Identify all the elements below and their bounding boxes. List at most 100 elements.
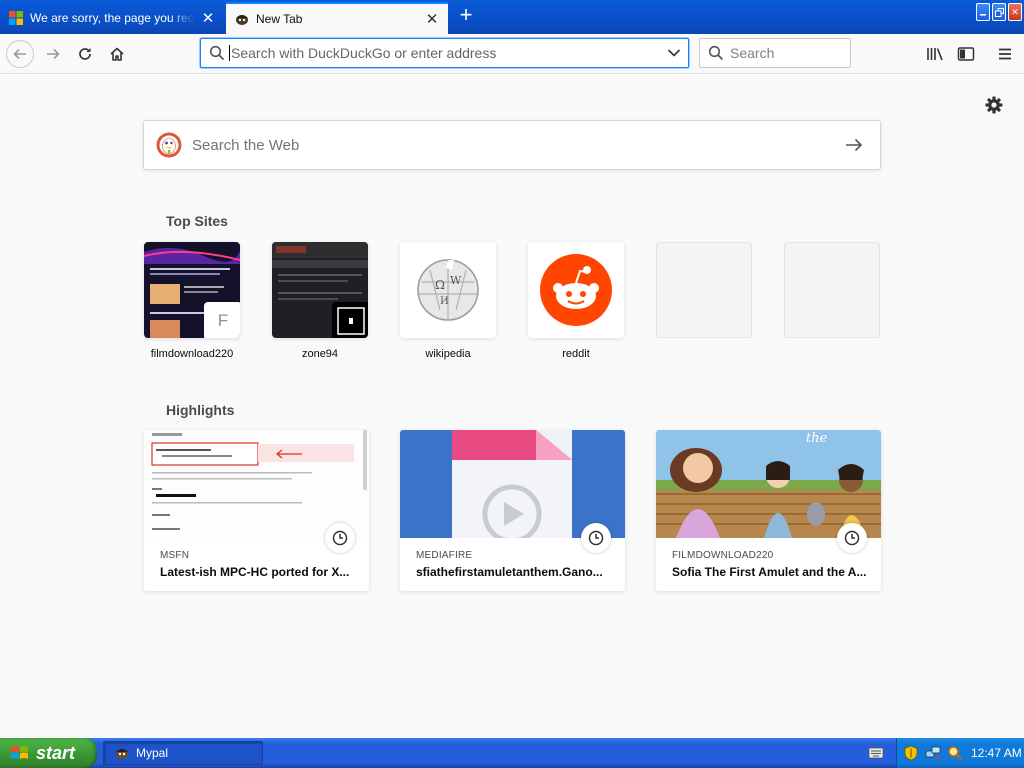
reddit-icon (528, 242, 624, 338)
search-bar[interactable] (699, 38, 851, 68)
highlight-title: Sofia The First Amulet and the A... (672, 565, 867, 579)
highlight-title: sfiathefirstamuletanthem.Gano... (416, 565, 603, 579)
highlight-card[interactable]: the FILMDOWNLOAD220 Sofia The First Amul… (656, 430, 881, 591)
search-icon (209, 45, 225, 61)
top-sites-heading: Top Sites (166, 213, 228, 229)
home-button[interactable] (103, 40, 131, 68)
svg-text:W: W (450, 274, 462, 287)
sidebar-button[interactable] (952, 40, 980, 68)
duckduckgo-icon (156, 132, 182, 158)
windows-flag-icon (11, 746, 28, 759)
restore-icon (994, 7, 1004, 17)
new-tab-button[interactable]: + (456, 4, 476, 26)
close-icon[interactable]: ✕ (424, 11, 440, 28)
highlights-heading: Highlights (166, 402, 235, 418)
navigation-toolbar (0, 34, 1024, 74)
search-input[interactable] (730, 45, 850, 61)
tab-page-not-found[interactable]: We are sorry, the page you requested can… (0, 2, 224, 34)
top-site-thumbnail[interactable]: F (144, 242, 240, 338)
highlight-source: MSFN (160, 550, 190, 561)
site-label: wikipedia (425, 348, 471, 360)
site-label: filmdownload220 (150, 348, 234, 360)
keyboard-icon[interactable] (868, 746, 884, 760)
top-site-placeholder[interactable] (656, 242, 752, 338)
search-icon[interactable] (947, 745, 963, 761)
reload-icon (79, 48, 91, 60)
windows-flag-icon (9, 11, 23, 25)
clock-icon (837, 523, 867, 553)
back-button[interactable] (6, 40, 34, 68)
top-site-thumbnail[interactable]: Ω W И (400, 242, 496, 338)
site-label: reddit (562, 348, 590, 360)
url-bar[interactable] (200, 38, 689, 68)
reload-button[interactable] (71, 40, 99, 68)
gear-icon (985, 96, 1003, 114)
wikipedia-icon: Ω W И (400, 242, 496, 338)
site-badge: F (204, 302, 240, 338)
new-tab-page: Top Sites F filmdownload220 (0, 75, 1024, 738)
web-search-box[interactable] (143, 120, 881, 170)
tab-strip: We are sorry, the page you requested can… (0, 0, 1024, 34)
network-icon[interactable] (925, 745, 941, 761)
minimize-button[interactable] (976, 3, 990, 21)
top-site-filmdownload220[interactable]: F filmdownload220 (144, 242, 240, 360)
url-dropdown-button[interactable] (660, 48, 688, 58)
tab-title: We are sorry, the page you requested can… (30, 11, 194, 25)
top-site-thumbnail[interactable] (528, 242, 624, 338)
start-label: start (36, 742, 76, 763)
home-icon (110, 47, 124, 61)
highlight-thumbnail: the (656, 430, 881, 538)
close-icon: ✕ (1011, 6, 1019, 17)
top-site-wikipedia[interactable]: Ω W И wikipedia (400, 242, 496, 360)
restore-button[interactable] (992, 3, 1006, 21)
site-label: zone94 (301, 348, 339, 360)
top-site-zone94[interactable]: zone94 (272, 242, 368, 360)
highlight-card[interactable]: MEDIAFIRE sfiathefirstamuletanthem.Gano.… (400, 430, 625, 591)
highlight-thumbnail (144, 430, 369, 538)
svg-text:the: the (806, 431, 828, 446)
forward-icon (47, 48, 60, 60)
library-button[interactable] (921, 40, 949, 68)
system-tray: 12:47 AM (896, 738, 1024, 768)
clock-icon (581, 523, 611, 553)
taskbar-item-mypal[interactable]: Mypal (103, 741, 263, 765)
highlight-title: Latest-ish MPC-HC ported for X... (160, 565, 350, 579)
clock-time: 12:47 AM (971, 746, 1022, 760)
close-icon[interactable]: ✕ (200, 10, 216, 27)
pirate-favicon-icon (116, 749, 128, 759)
arrow-right-icon[interactable] (842, 137, 866, 153)
menu-button[interactable] (991, 40, 1019, 68)
close-window-button[interactable]: ✕ (1008, 3, 1022, 21)
highlight-source: MEDIAFIRE (416, 550, 473, 561)
site-badge (332, 302, 368, 338)
forward-button[interactable] (39, 40, 67, 68)
site-favicon (337, 307, 365, 335)
svg-text:Ω: Ω (435, 278, 445, 292)
highlight-card[interactable]: MSFN Latest-ish MPC-HC ported for X... (144, 430, 369, 591)
shield-icon[interactable] (903, 745, 919, 761)
url-input[interactable] (229, 45, 660, 61)
highlight-source: FILMDOWNLOAD220 (672, 550, 774, 561)
top-site-placeholder[interactable] (784, 242, 880, 338)
highlight-thumbnail (400, 430, 625, 538)
web-search-input[interactable] (192, 136, 842, 154)
top-site-empty[interactable] (656, 242, 752, 338)
search-icon (708, 45, 724, 61)
sidebar-icon (957, 47, 975, 61)
tab-title: New Tab (256, 12, 303, 26)
back-icon (13, 48, 26, 60)
pirate-favicon-icon (236, 15, 248, 25)
top-site-empty[interactable] (784, 242, 880, 338)
tab-new-tab[interactable]: New Tab ✕ (226, 2, 448, 34)
top-site-thumbnail[interactable] (272, 242, 368, 338)
clock-icon (325, 523, 355, 553)
taskbar-item-label: Mypal (136, 746, 169, 760)
top-site-reddit[interactable]: reddit (528, 242, 624, 360)
start-button[interactable]: start (0, 738, 97, 768)
library-icon (927, 48, 943, 61)
settings-button[interactable] (984, 95, 1004, 115)
svg-text:И: И (440, 296, 449, 307)
plus-icon: + (459, 2, 473, 27)
chevron-down-icon (667, 49, 681, 57)
minimize-icon (980, 14, 986, 16)
